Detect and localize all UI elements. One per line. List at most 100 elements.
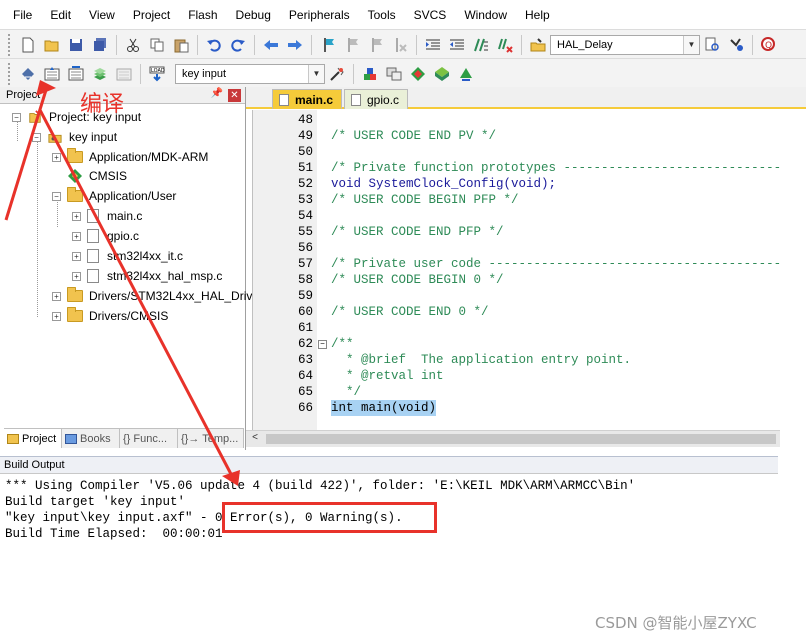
menu-tools[interactable]: Tools <box>359 0 405 30</box>
chevron-down-icon[interactable]: ▼ <box>308 64 324 83</box>
tab-books[interactable]: Books <box>62 429 120 448</box>
tree-item-label: CMSIS <box>89 169 128 183</box>
expand-icon[interactable]: + <box>72 231 81 241</box>
file-extensions-icon[interactable] <box>384 64 404 84</box>
editor-horizontal-scrollbar[interactable]: < <box>246 430 780 447</box>
scroll-left-icon[interactable]: < <box>248 432 262 446</box>
paste-icon[interactable] <box>171 35 191 55</box>
manage-components-icon[interactable] <box>360 64 380 84</box>
tree-item-file[interactable]: + stm32l4xx_hal_msp.c <box>72 266 222 286</box>
menu-project[interactable]: Project <box>124 0 179 30</box>
menu-view[interactable]: View <box>80 0 124 30</box>
expand-icon[interactable]: + <box>72 251 81 261</box>
tree-item-file[interactable]: + main.c <box>72 206 142 226</box>
c-file-icon <box>87 269 99 283</box>
translate-icon[interactable] <box>18 64 38 84</box>
close-icon[interactable]: ✕ <box>228 89 241 102</box>
menu-debug[interactable]: Debug <box>227 0 280 30</box>
incremental-find-icon[interactable] <box>726 35 746 55</box>
cut-icon[interactable] <box>123 35 143 55</box>
uncomment-icon[interactable] <box>495 35 515 55</box>
batch-build-icon[interactable] <box>90 64 110 84</box>
tree-item-group[interactable]: + Drivers/CMSIS <box>52 306 168 326</box>
target-options-icon[interactable] <box>327 64 347 84</box>
line-number: 53 <box>297 193 313 207</box>
project-panel-title: Project <box>6 89 41 101</box>
tree-item-group[interactable]: + Drivers/STM32L4xx_HAL_Driv <box>52 286 252 306</box>
pin-icon[interactable]: 📌 <box>211 88 223 99</box>
bookmark-clear-icon[interactable] <box>390 35 410 55</box>
tab-gpio-c[interactable]: gpio.c <box>344 89 409 109</box>
collapse-icon[interactable]: − <box>52 191 61 201</box>
pack-install-icon[interactable] <box>456 64 476 84</box>
nav-forward-icon[interactable] <box>285 35 305 55</box>
menu-window[interactable]: Window <box>455 0 516 30</box>
menu-help[interactable]: Help <box>516 0 559 30</box>
tree-item-target[interactable]: − key input <box>32 127 117 147</box>
collapse-icon[interactable]: − <box>32 132 41 142</box>
menu-edit[interactable]: Edit <box>41 0 80 30</box>
bookmark-prev-icon[interactable] <box>342 35 362 55</box>
tab-project[interactable]: Project <box>4 429 62 448</box>
save-icon[interactable] <box>66 35 86 55</box>
find-in-files-icon[interactable] <box>528 35 548 55</box>
fold-collapse-icon[interactable]: − <box>318 340 327 349</box>
select-software-packs-icon[interactable] <box>408 64 428 84</box>
redo-icon[interactable] <box>228 35 248 55</box>
toolbar-grip[interactable] <box>8 62 12 85</box>
expand-icon[interactable]: + <box>52 152 61 162</box>
expand-icon[interactable]: + <box>72 271 81 281</box>
code-line: 61 <box>253 320 780 336</box>
find-icon[interactable] <box>702 35 722 55</box>
tab-templates[interactable]: {}→ Temp... <box>178 429 244 448</box>
toolbar-grip[interactable] <box>8 33 12 56</box>
build-icon[interactable] <box>42 64 62 84</box>
new-file-icon[interactable] <box>18 35 38 55</box>
download-icon[interactable]: LOAD <box>147 64 167 84</box>
menu-flash[interactable]: Flash <box>179 0 226 30</box>
tab-label: main.c <box>295 92 334 107</box>
comment-icon[interactable] <box>471 35 491 55</box>
project-panel-tabs: Project Books {} Func... {}→ Temp... <box>4 428 244 448</box>
rebuild-icon[interactable] <box>66 64 86 84</box>
nav-back-icon[interactable] <box>261 35 281 55</box>
separator <box>752 34 753 55</box>
menu-peripherals[interactable]: Peripherals <box>280 0 359 30</box>
tab-main-c[interactable]: main.c <box>272 89 343 109</box>
line-number: 48 <box>297 113 313 127</box>
expand-icon[interactable]: + <box>52 311 61 321</box>
scrollbar-thumb[interactable] <box>266 434 776 444</box>
tree-item-cmsis[interactable]: CMSIS <box>67 166 127 186</box>
bookmark-icon[interactable] <box>318 35 338 55</box>
function-combo[interactable]: HAL_Delay ▼ <box>550 34 700 55</box>
stop-build-icon[interactable] <box>114 64 134 84</box>
code-line: 48 <box>253 112 780 128</box>
chevron-down-icon[interactable]: ▼ <box>683 35 699 54</box>
indent-icon[interactable] <box>423 35 443 55</box>
code-text: /** <box>331 337 354 351</box>
expand-icon[interactable]: + <box>52 291 61 301</box>
target-combo[interactable]: key input ▼ <box>175 63 325 84</box>
menu-svcs[interactable]: SVCS <box>405 0 456 30</box>
menu-file[interactable]: File <box>4 0 41 30</box>
open-folder-icon[interactable] <box>42 35 62 55</box>
tree-item-label: key input <box>69 130 118 144</box>
unindent-icon[interactable] <box>447 35 467 55</box>
debug-session-icon[interactable]: Q <box>759 35 779 55</box>
code-editor[interactable]: 48 49 /* USER CODE END PV */ 50 51 /* Priv… <box>252 110 780 430</box>
tab-label: Project <box>22 432 57 445</box>
tree-item-file[interactable]: + stm32l4xx_it.c <box>72 246 183 266</box>
tree-item-group[interactable]: − Application/User <box>52 186 176 206</box>
code-line: 62−/** <box>253 336 780 352</box>
tree-item-file[interactable]: + gpio.c <box>72 226 139 246</box>
tree-item-group[interactable]: + Application/MDK-ARM <box>52 147 208 167</box>
collapse-icon[interactable]: − <box>12 112 21 122</box>
undo-icon[interactable] <box>204 35 224 55</box>
expand-icon[interactable]: + <box>72 211 81 221</box>
save-all-icon[interactable] <box>90 35 110 55</box>
tab-functions[interactable]: {} Func... <box>120 429 178 448</box>
pack-installer-icon[interactable] <box>432 64 452 84</box>
copy-icon[interactable] <box>147 35 167 55</box>
bookmark-next-icon[interactable] <box>366 35 386 55</box>
tree-item-label: gpio.c <box>107 229 140 243</box>
